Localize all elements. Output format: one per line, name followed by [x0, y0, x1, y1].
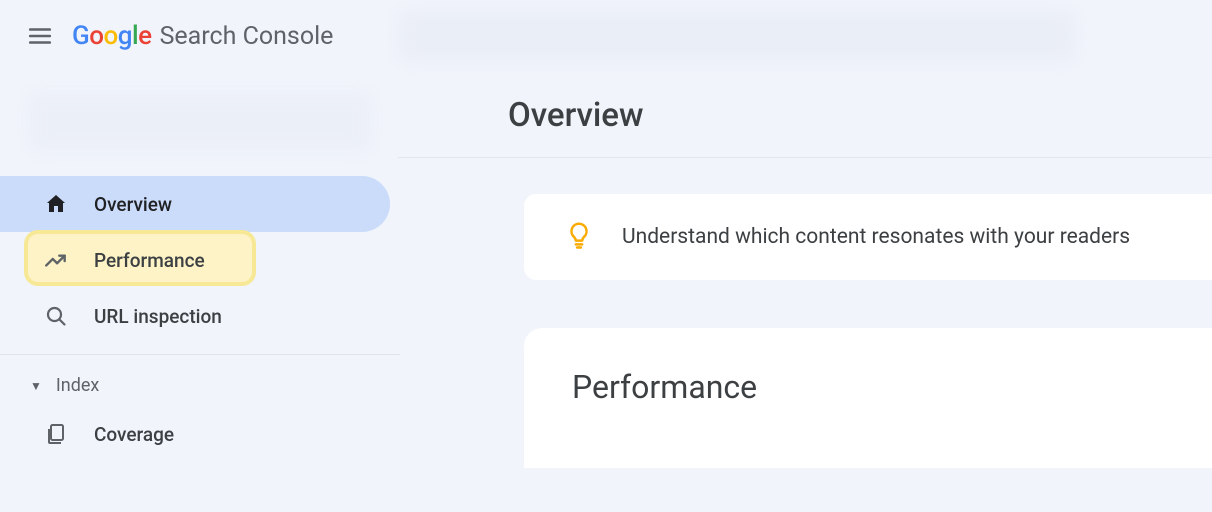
performance-card: Performance — [524, 328, 1212, 468]
sidebar: Overview Performance UR — [0, 72, 400, 512]
app-logo[interactable]: Google Search Console — [72, 21, 333, 51]
performance-card-title: Performance — [572, 368, 1212, 406]
search-icon — [42, 302, 70, 330]
section-header-index[interactable]: ▼ Index — [0, 354, 400, 398]
section-label: Index — [56, 375, 99, 396]
trending-up-icon — [42, 246, 70, 274]
sidebar-item-coverage[interactable]: Coverage — [0, 406, 390, 462]
insight-card[interactable]: Understand which content resonates with … — [524, 194, 1212, 280]
divider — [398, 157, 1212, 158]
product-name: Search Console — [160, 22, 334, 51]
caret-down-icon: ▼ — [30, 379, 42, 393]
sidebar-item-overview[interactable]: Overview — [0, 176, 390, 232]
app-header: Google Search Console — [0, 0, 1212, 72]
google-logo-text: Google — [72, 21, 152, 51]
sidebar-item-label: URL inspection — [94, 305, 222, 328]
sidebar-item-label: Coverage — [94, 423, 174, 446]
hamburger-menu-icon[interactable] — [16, 12, 64, 60]
property-selector-blurred[interactable] — [28, 92, 372, 152]
sidebar-item-label: Overview — [94, 193, 172, 216]
insight-text: Understand which content resonates with … — [622, 225, 1130, 249]
sidebar-item-performance[interactable]: Performance — [0, 232, 400, 288]
search-input-blurred[interactable] — [397, 9, 1077, 63]
sidebar-item-url-inspection[interactable]: URL inspection — [0, 288, 390, 344]
lightbulb-icon — [564, 220, 594, 254]
main-layout: Overview Performance UR — [0, 72, 1212, 512]
main-content: Overview Understand which content resona… — [400, 72, 1212, 512]
home-icon — [42, 190, 70, 218]
page-title: Overview — [508, 96, 1212, 135]
sidebar-item-label: Performance — [94, 249, 205, 272]
pages-icon — [42, 420, 70, 448]
